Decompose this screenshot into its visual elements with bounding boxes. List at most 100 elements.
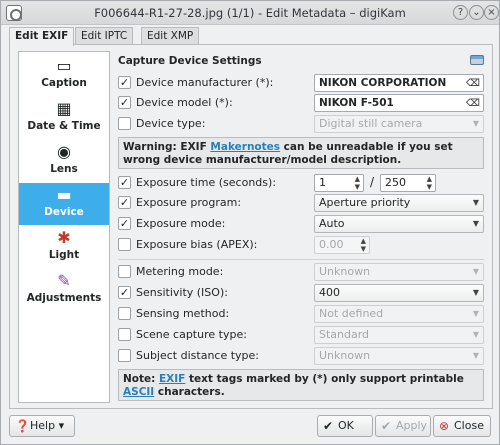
device-model-value: NIKON F-501 [319, 97, 394, 109]
device-manufacturer-label: Device manufacturer (*): [136, 76, 274, 89]
makernotes-link[interactable]: Makernotes [210, 141, 280, 153]
sidebar-item-adjustments[interactable]: ✎ Adjustments [19, 269, 109, 311]
note-prefix: Note: [123, 373, 159, 385]
sidebar-item-label: Caption [41, 77, 87, 89]
calendar-icon: ▦ [56, 99, 72, 118]
chevron-down-icon: ▼ [472, 267, 479, 276]
sidebar-item-label: Light [48, 249, 80, 261]
section-title: Capture Device Settings [118, 55, 262, 67]
button-bar: ❓ Help ▾ ✔ OK ✔ Apply ⊗ Close [1, 413, 499, 444]
device-model-checkbox[interactable]: ✓ [118, 96, 131, 109]
lens-icon: ◉ [57, 142, 71, 161]
exposure-time-denominator[interactable]: 250 ▲ ▼ [380, 174, 436, 192]
device-model-input[interactable]: NIKON F-501 ⌫ [314, 94, 484, 112]
clear-icon[interactable]: ⌫ [466, 96, 480, 112]
chevron-down-icon: ▼ [472, 198, 479, 207]
sensitivity-combo[interactable]: 400 ▼ [314, 284, 484, 302]
clear-icon[interactable]: ⌫ [466, 76, 480, 92]
help-icon[interactable]: ? [453, 5, 468, 20]
caption-icon: ▭ [56, 56, 72, 75]
exposure-mode-row: ✓ Exposure mode: Auto ▼ [118, 215, 488, 233]
exposure-time-checkbox[interactable]: ✓ [118, 176, 131, 189]
note-middle: text tags marked by (*) only support pri… [185, 373, 464, 385]
metering-mode-checkbox[interactable] [118, 265, 131, 278]
fraction-slash: / [370, 175, 375, 189]
exposure-program-combo[interactable]: Aperture priority ▼ [314, 194, 484, 212]
sidebar-item-device[interactable]: ▬ Device [19, 183, 109, 225]
ok-button[interactable]: ✔ OK [317, 415, 373, 437]
apply-button[interactable]: ✔ Apply [375, 415, 431, 437]
close-button[interactable]: ⊗ Close [433, 415, 491, 437]
title-bar: F006644-R1-27-28.jpg (1/1) - Edit Metada… [1, 1, 499, 25]
exif-link[interactable]: EXIF [159, 373, 185, 385]
sidebar-item-caption[interactable]: ▭ Caption [19, 54, 109, 96]
chevron-down-icon: ▼ [472, 288, 479, 297]
sidebar: ▭ Caption ▦ Date & Time ◉ Lens ▬ Device … [18, 51, 110, 403]
help-button[interactable]: ❓ Help ▾ [9, 415, 75, 437]
device-manufacturer-input[interactable]: NIKON CORPORATION ⌫ [314, 74, 484, 92]
device-model-row: ✓ Device model (*): NIKON F-501 ⌫ [118, 94, 488, 112]
sensing-method-combo[interactable]: Not defined ▼ [314, 305, 484, 323]
makernotes-warning: Warning: EXIF Makernotes can be unreadab… [118, 137, 484, 169]
device-type-combo[interactable]: Digital still camera ▼ [314, 115, 484, 133]
sidebar-item-date-time[interactable]: ▦ Date & Time [19, 97, 109, 139]
apply-check-icon: ✔ [381, 419, 392, 433]
minimize-icon[interactable]: ⌄ [469, 5, 484, 20]
chevron-down-icon: ▼ [472, 351, 479, 360]
spin-arrows-icon[interactable]: ▲ ▼ [361, 237, 366, 253]
exposure-mode-combo[interactable]: Auto ▼ [314, 215, 484, 233]
close-icon: ⊗ [439, 419, 450, 433]
exif-panel: ▭ Caption ▦ Date & Time ◉ Lens ▬ Device … [9, 44, 493, 409]
exposure-mode-checkbox[interactable]: ✓ [118, 217, 131, 230]
exposure-program-value: Aperture priority [319, 196, 411, 209]
sensitivity-value: 400 [319, 286, 340, 299]
help-label: Help [30, 419, 56, 432]
metering-mode-label: Metering mode: [136, 265, 224, 278]
tab-edit-xmp[interactable]: Edit XMP [141, 27, 200, 45]
scene-capture-label: Scene capture type: [136, 328, 247, 341]
chevron-down-icon: ▼ [472, 219, 479, 228]
sensitivity-label: Sensitivity (ISO): [136, 286, 228, 299]
device-settings: Capture Device Settings ✓ Device manufac… [118, 45, 488, 407]
metering-mode-row: Metering mode: Unknown ▼ [118, 263, 488, 281]
ascii-link[interactable]: ASCII [123, 386, 154, 398]
sidebar-item-lens[interactable]: ◉ Lens [19, 140, 109, 182]
exposure-time-numerator[interactable]: 1 ▲ ▼ [314, 174, 364, 192]
exposure-mode-value: Auto [319, 217, 345, 230]
subject-distance-row: Subject distance type: Unknown ▼ [118, 347, 488, 365]
scene-capture-checkbox[interactable] [118, 328, 131, 341]
device-type-label: Device type: [136, 117, 206, 130]
sensing-method-label: Sensing method: [136, 307, 230, 320]
subject-distance-combo[interactable]: Unknown ▼ [314, 347, 484, 365]
sensitivity-checkbox[interactable]: ✓ [118, 286, 131, 299]
exposure-program-checkbox[interactable]: ✓ [118, 196, 131, 209]
tab-edit-exif[interactable]: Edit EXIF [9, 27, 75, 46]
adjustments-icon: ✎ [57, 271, 71, 290]
exposure-time-numerator-value: 1 [319, 176, 326, 189]
scene-capture-row: Scene capture type: Standard ▼ [118, 326, 488, 344]
tab-edit-iptc[interactable]: Edit IPTC [75, 27, 134, 45]
device-manufacturer-checkbox[interactable]: ✓ [118, 76, 131, 89]
sensing-method-checkbox[interactable] [118, 307, 131, 320]
ok-label: OK [338, 419, 354, 432]
sidebar-item-light[interactable]: ✱ Light [19, 226, 109, 268]
exposure-bias-value: 0.00 [319, 238, 344, 251]
exposure-bias-spinbox[interactable]: 0.00 ▲ ▼ [314, 236, 370, 254]
close-label: Close [454, 419, 484, 432]
device-model-label: Device model (*): [136, 96, 233, 109]
sidebar-item-label: Date & Time [27, 120, 101, 132]
scene-capture-combo[interactable]: Standard ▼ [314, 326, 484, 344]
exposure-program-row: ✓ Exposure program: Aperture priority ▼ [118, 194, 488, 212]
spin-arrows-icon[interactable]: ▲ ▼ [355, 175, 360, 191]
device-type-value: Digital still camera [319, 117, 423, 130]
exposure-program-label: Exposure program: [136, 196, 242, 209]
exposure-bias-checkbox[interactable] [118, 238, 131, 251]
sidebar-item-label: Adjustments [26, 292, 102, 304]
sidebar-item-label: Device [44, 206, 84, 218]
close-icon[interactable]: × [484, 5, 499, 20]
subject-distance-checkbox[interactable] [118, 349, 131, 362]
window-title: F006644-R1-27-28.jpg (1/1) - Edit Metada… [94, 6, 406, 20]
spin-arrows-icon[interactable]: ▲ ▼ [427, 175, 432, 191]
metering-mode-combo[interactable]: Unknown ▼ [314, 263, 484, 281]
device-type-checkbox[interactable] [118, 117, 131, 130]
